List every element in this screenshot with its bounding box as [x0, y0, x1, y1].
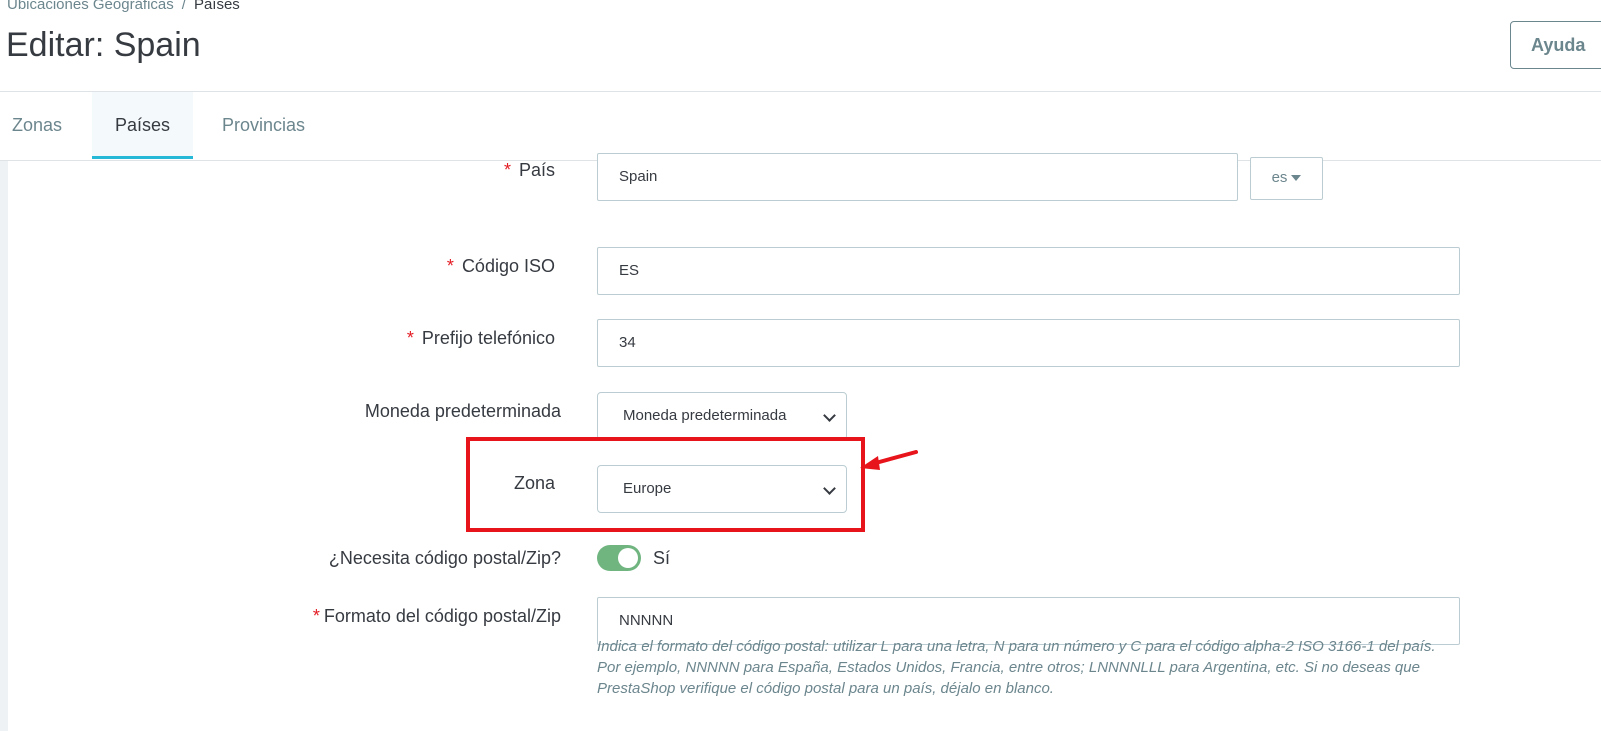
iso-code-label-text: Código ISO	[461, 256, 555, 276]
iso-code-label: * Código ISO	[447, 256, 555, 277]
annotation-highlight-box	[466, 437, 865, 532]
caret-down-icon	[1291, 175, 1302, 182]
language-dropdown[interactable]: es	[1250, 157, 1323, 200]
country-label: * País	[504, 160, 555, 181]
zip-format-help-text: Indica el formato del código postal: uti…	[597, 638, 1436, 697]
arrow-left-icon	[860, 450, 918, 470]
chevron-down-icon	[823, 409, 836, 422]
breadcrumb: Ubicaciones Geográficas / Países	[7, 0, 240, 13]
country-label-text: País	[518, 160, 555, 180]
zip-format-label: * Formato del código postal/Zip	[313, 606, 561, 627]
tab-bar: Zonas Países Provincias	[0, 92, 1601, 161]
zip-format-label-text: Formato del código postal/Zip	[323, 606, 561, 626]
required-mark: *	[446, 256, 454, 276]
need-zip-label: ¿Necesita código postal/Zip?	[328, 548, 561, 568]
breadcrumb-separator: /	[181, 0, 186, 13]
call-prefix-input[interactable]: 34	[597, 319, 1460, 367]
default-currency-select[interactable]: Moneda predeterminada	[597, 392, 847, 440]
breadcrumb-current: Países	[193, 0, 240, 13]
form-content: * País Spain es * Código ISO ES * Prefijo t…	[0, 153, 1601, 731]
toggle-knob	[618, 548, 638, 568]
tab-paises[interactable]: Países	[92, 92, 193, 159]
language-code: es	[1271, 169, 1288, 186]
page-header: Ubicaciones Geográficas / Países Editar: S…	[0, 0, 1601, 92]
breadcrumb-parent[interactable]: Ubicaciones Geográficas	[7, 0, 174, 13]
default-currency-value: Moneda predeterminada	[623, 407, 787, 424]
required-mark: *	[503, 160, 511, 180]
page-title: Editar: Spain	[6, 26, 201, 64]
tab-provincias[interactable]: Provincias	[210, 92, 317, 159]
required-mark: *	[312, 606, 320, 626]
tab-zonas[interactable]: Zonas	[0, 92, 74, 159]
iso-code-input[interactable]: ES	[597, 247, 1460, 295]
country-input[interactable]: Spain	[597, 153, 1238, 201]
call-prefix-label: * Prefijo telefónico	[407, 328, 555, 349]
help-button[interactable]: Ayuda	[1510, 21, 1601, 69]
required-mark: *	[406, 328, 414, 348]
call-prefix-label-text: Prefijo telefónico	[421, 328, 555, 348]
need-zip-toggle[interactable]	[597, 545, 641, 571]
left-border-strip	[0, 161, 8, 731]
need-zip-toggle-label: Sí	[653, 548, 671, 568]
default-currency-label: Moneda predeterminada	[364, 401, 561, 421]
